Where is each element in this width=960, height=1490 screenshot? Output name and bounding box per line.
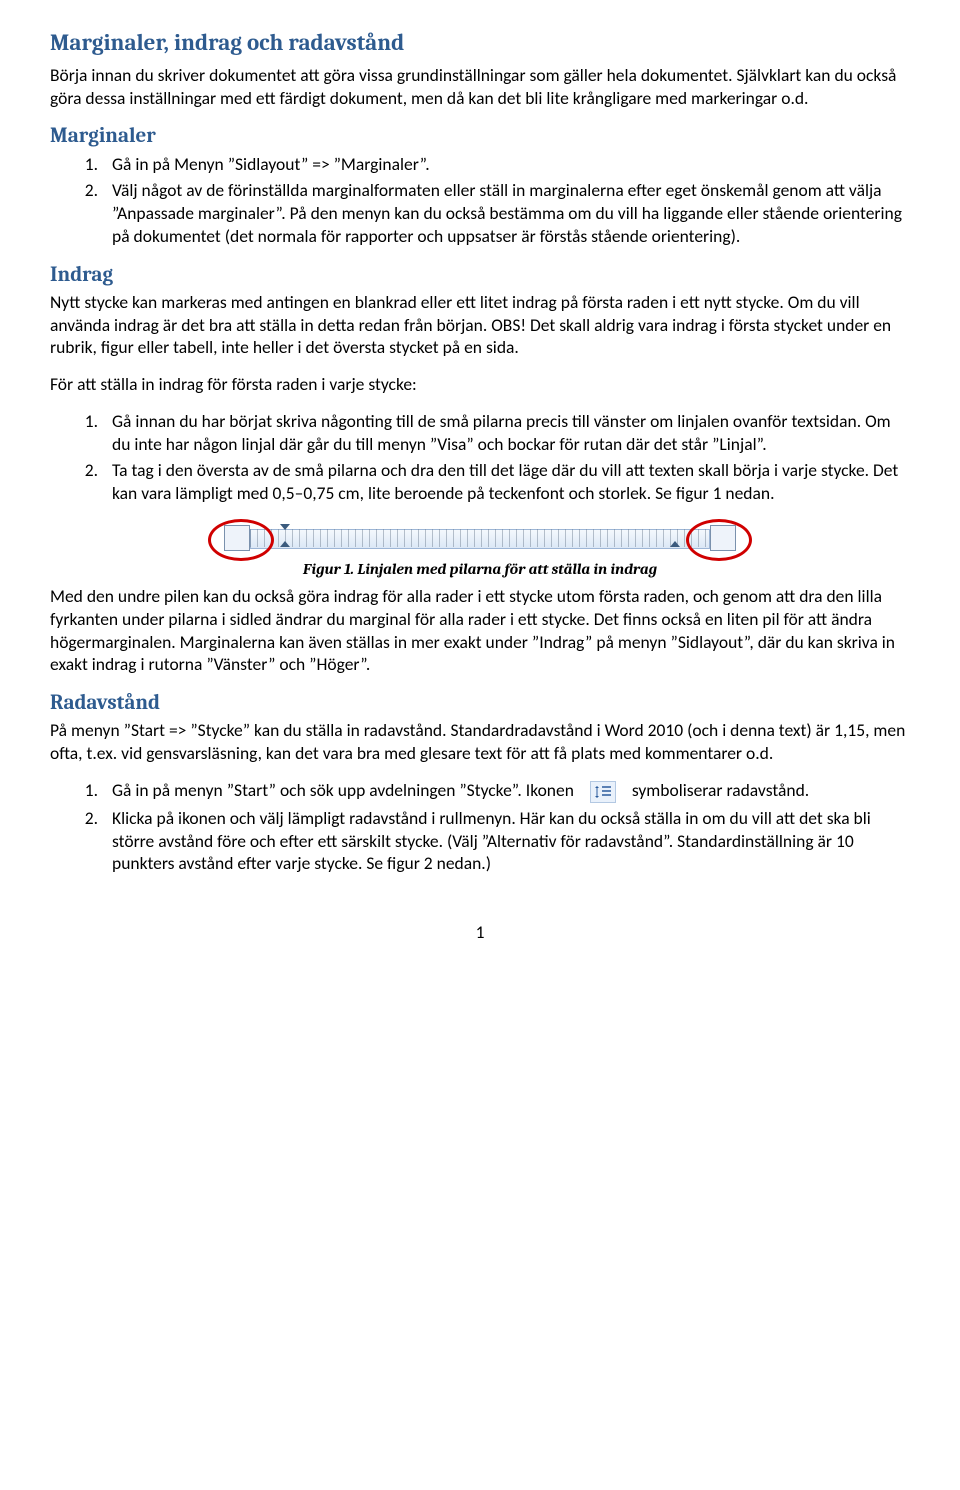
annotation-circle-icon: [686, 519, 752, 561]
line-spacing-icon: [590, 781, 616, 803]
annotation-circle-icon: [208, 519, 274, 561]
ruler-image: [220, 519, 740, 555]
section-heading-indrag: Indrag: [50, 262, 910, 289]
figure-1: Figur 1. Linjalen med pilarna för att st…: [50, 519, 910, 579]
list-item: Klicka på ikonen och välj lämpligt radav…: [102, 807, 910, 875]
list-item: Ta tag i den översta av de små pilarna o…: [102, 459, 910, 505]
radavstand-paragraph-1: På menyn ”Start => ”Stycke” kan du ställ…: [50, 719, 910, 765]
list-item: Gå innan du har börjat skriva någonting …: [102, 410, 910, 456]
list-item: Välj något av de förinställda marginalfo…: [102, 179, 910, 247]
indrag-list: Gå innan du har börjat skriva någonting …: [50, 410, 910, 505]
section-heading-marginaler: Marginaler: [50, 123, 910, 150]
list-item-text-post: symboliserar radavstånd.: [632, 779, 809, 801]
list-item-text-pre: Gå in på menyn ”Start” och sök upp avdel…: [112, 779, 574, 801]
list-item: Gå in på menyn ”Start” och sök upp avdel…: [102, 779, 910, 803]
indrag-paragraph-3: Med den undre pilen kan du också göra in…: [50, 585, 910, 676]
list-item: Gå in på Menyn ”Sidlayout” => ”Marginale…: [102, 153, 910, 176]
indrag-paragraph-2: För att ställa in indrag för första rade…: [50, 373, 910, 396]
radavstand-list: Gå in på menyn ”Start” och sök upp avdel…: [50, 779, 910, 875]
page-number: 1: [50, 921, 910, 944]
figure-caption: Figur 1. Linjalen med pilarna för att st…: [50, 559, 910, 579]
page-title: Marginaler, indrag och radavstånd: [50, 28, 910, 58]
intro-paragraph: Börja innan du skriver dokumentet att gö…: [50, 64, 910, 110]
marginaler-list: Gå in på Menyn ”Sidlayout” => ”Marginale…: [50, 153, 910, 248]
indrag-paragraph-1: Nytt stycke kan markeras med antingen en…: [50, 291, 910, 359]
section-heading-radavstand: Radavstånd: [50, 690, 910, 717]
